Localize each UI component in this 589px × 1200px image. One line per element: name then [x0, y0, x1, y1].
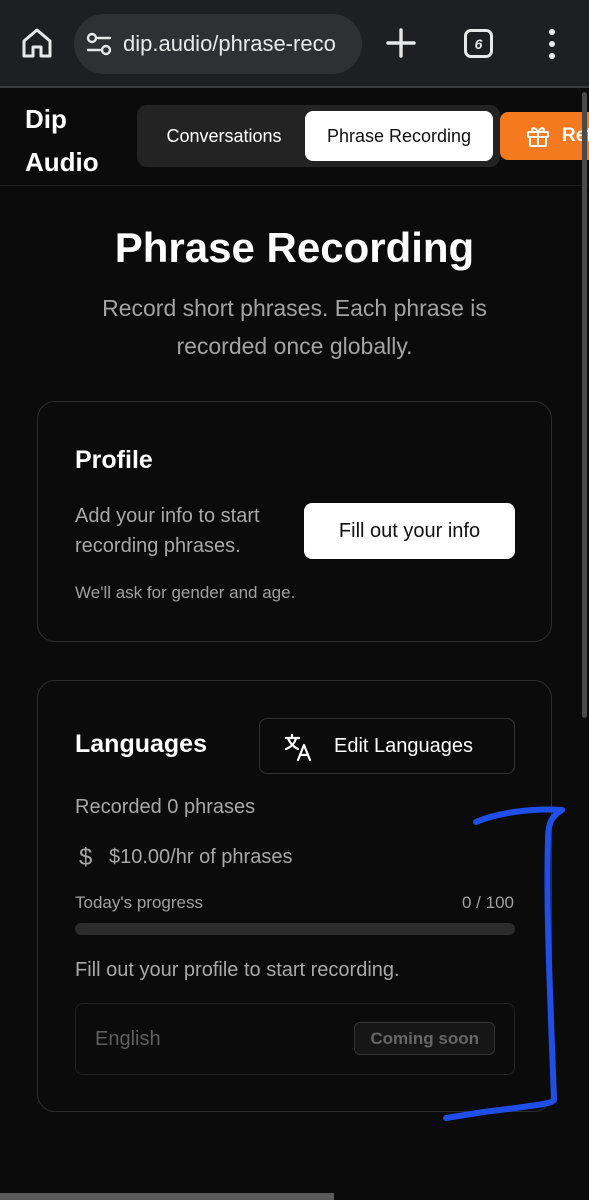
- refer-button[interactable]: Ref: [500, 112, 589, 160]
- vertical-scrollbar[interactable]: [582, 92, 587, 718]
- profile-card: Profile Add your info to start recording…: [37, 401, 552, 642]
- brand-logo[interactable]: Dip Audio: [25, 98, 99, 184]
- profile-title: Profile: [75, 446, 153, 474]
- edit-languages-button[interactable]: Edit Languages: [259, 718, 515, 774]
- page-title: Phrase Recording: [114, 224, 475, 271]
- nav-tabs: Conversations Phrase Recording: [137, 105, 500, 167]
- profile-description: Add your info to start recording phrases…: [75, 505, 260, 557]
- progress-label: Today's progress: [75, 893, 203, 912]
- translate-icon: [284, 733, 312, 761]
- horizontal-scrollbar[interactable]: [0, 1193, 334, 1200]
- browser-toolbar: dip.audio/phrase-reco 6: [0, 0, 589, 88]
- language-name: English: [95, 1028, 161, 1050]
- tab-conversations[interactable]: Conversations: [149, 111, 299, 161]
- profile-note: We'll ask for gender and age.: [75, 583, 296, 602]
- fill-out-info-button[interactable]: Fill out your info: [304, 503, 515, 559]
- annotation-bracket: [443, 806, 565, 1121]
- edit-languages-label: Edit Languages: [334, 735, 474, 757]
- dollar-icon: $: [79, 844, 93, 871]
- new-tab-icon[interactable]: [385, 27, 417, 59]
- more-menu-icon[interactable]: [540, 27, 564, 61]
- tab-switcher-button[interactable]: 6: [464, 29, 493, 58]
- page-subtitle: Record short phrases. Each phrase is rec…: [102, 295, 487, 359]
- recorded-count: Recorded 0 phrases: [75, 796, 256, 818]
- languages-title: Languages: [75, 730, 207, 758]
- tab-count: 6: [474, 35, 483, 52]
- brand-line-2: Audio: [25, 147, 99, 177]
- app-header: Dip Audio Conversations Phrase Recording…: [0, 90, 589, 186]
- brand-line-1: Dip: [25, 104, 67, 134]
- address-bar[interactable]: dip.audio/phrase-reco: [74, 14, 362, 74]
- site-settings-icon[interactable]: [86, 32, 112, 56]
- url-text: dip.audio/phrase-reco: [123, 31, 336, 56]
- pay-rate-text: $10.00/hr of phrases: [109, 846, 293, 868]
- gift-icon: [527, 127, 549, 147]
- tab-phrase-recording[interactable]: Phrase Recording: [305, 111, 493, 161]
- profile-required-message: Fill out your profile to start recording…: [75, 959, 400, 981]
- home-icon[interactable]: [20, 26, 54, 60]
